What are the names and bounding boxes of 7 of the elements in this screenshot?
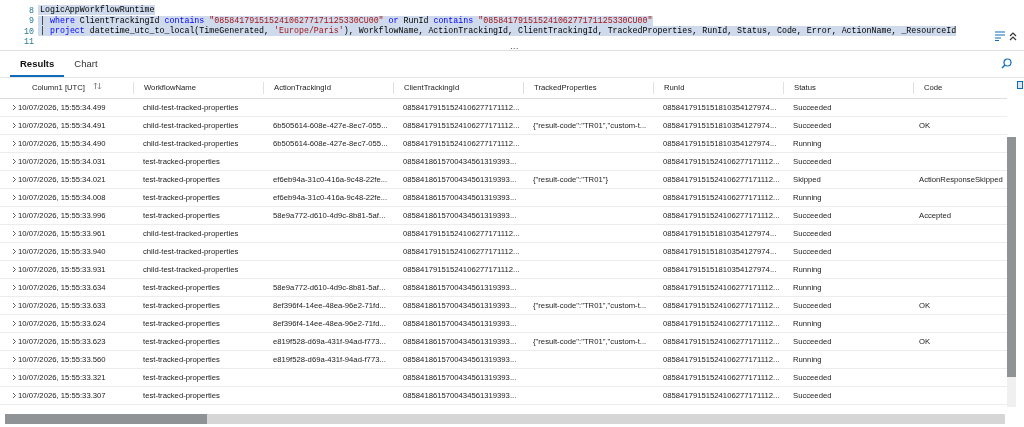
line-number: 11 [23,37,35,47]
tab[interactable]: Results [10,51,65,77]
line-number: 10 [23,26,35,36]
splitter-handle[interactable]: ... [510,42,519,50]
line-number: 9 [28,16,35,26]
line-number: 8 [28,5,35,15]
tab[interactable]: Chart [64,51,108,77]
